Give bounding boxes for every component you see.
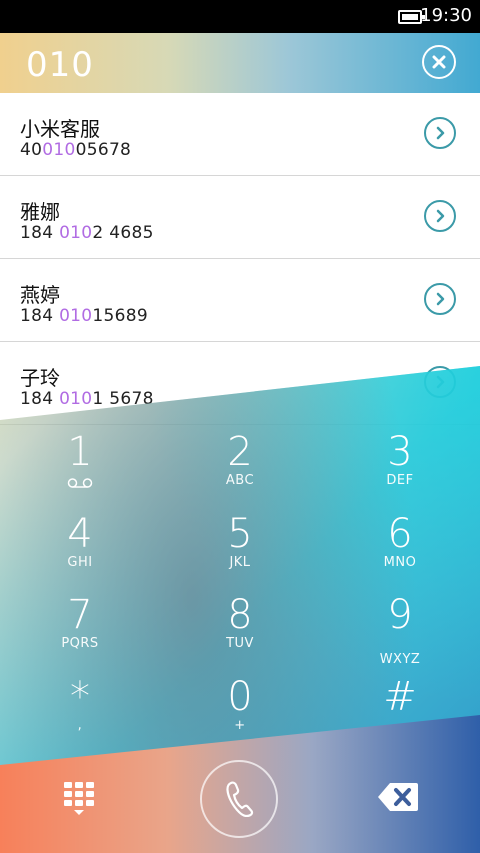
key-digit: 3 [387,429,413,475]
key-8[interactable]: 8 TUV [180,593,300,651]
key-digit: 8 [227,592,253,638]
key-letters: + [234,718,246,733]
key-digit: 6 [387,511,413,557]
status-bar: 19:30 [0,0,480,33]
backspace-button[interactable] [378,783,418,815]
contact-row[interactable]: 雅娜 184 0102 4685 [0,176,480,259]
dial-header: 010 [0,33,480,93]
contact-name: 雅娜 [20,200,60,224]
key-letters: GHI [67,555,93,570]
phone-icon [226,781,254,817]
key-2[interactable]: 2 ABC [180,430,300,488]
key-letters: ABC [225,473,255,488]
contact-phone: 4001005678 [20,140,132,160]
dialed-number[interactable]: 010 [26,45,94,85]
contact-name: 子玲 [20,366,60,390]
key-digit: * [70,674,90,720]
contact-row[interactable]: 小米客服 4001005678 [0,93,480,176]
chevron-right-icon [436,292,445,306]
key-3[interactable]: 3 DEF [340,430,460,488]
contact-row[interactable]: 燕婷 184 01015689 [0,259,480,342]
key-6[interactable]: 6 MNO [340,512,460,570]
contact-phone: 184 0102 4685 [20,223,154,243]
dialpad-icon [64,782,94,815]
key-digit: 5 [227,511,253,557]
voicemail-icon [67,478,93,488]
battery-icon [398,10,425,24]
backspace-icon [378,783,418,811]
key-letters: JKL [229,555,251,570]
key-letters: WXYZ [379,652,421,667]
key-digit: 4 [67,511,93,557]
key-hash[interactable]: # [340,675,460,719]
key-digit: 1 [67,429,93,475]
chevron-right-icon [436,126,445,140]
call-button[interactable] [200,760,278,838]
key-digit: 0 [227,674,253,720]
key-letters: PQRS [61,636,99,651]
key-7[interactable]: 7 PQRS [20,593,140,651]
contact-detail-button[interactable] [424,283,456,315]
contact-name: 燕婷 [20,283,60,307]
key-digit: 2 [227,429,253,475]
key-4[interactable]: 4 GHI [20,512,140,570]
key-9[interactable]: 9 WXYZ [340,593,460,667]
contact-phone: 184 01015689 [20,306,149,326]
clear-button[interactable] [422,45,456,79]
key-0[interactable]: 0 + [180,675,300,733]
key-letters: DEF [386,473,414,488]
dialpad-toggle-button[interactable] [64,782,94,820]
contact-detail-button[interactable] [424,200,456,232]
close-icon [432,55,446,69]
key-digit: # [383,674,417,720]
key-letters: , [77,718,83,733]
contact-name: 小米客服 [20,117,100,141]
key-digit: 7 [67,592,93,638]
contact-detail-button[interactable] [424,117,456,149]
chevron-right-icon [436,209,445,223]
key-digit: 9 [387,592,413,638]
status-time: 19:30 [420,5,472,26]
key-5[interactable]: 5 JKL [180,512,300,570]
key-star[interactable]: * , [20,675,140,733]
key-1[interactable]: 1 [20,430,140,493]
key-letters: MNO [383,555,417,570]
key-letters: TUV [226,636,254,651]
